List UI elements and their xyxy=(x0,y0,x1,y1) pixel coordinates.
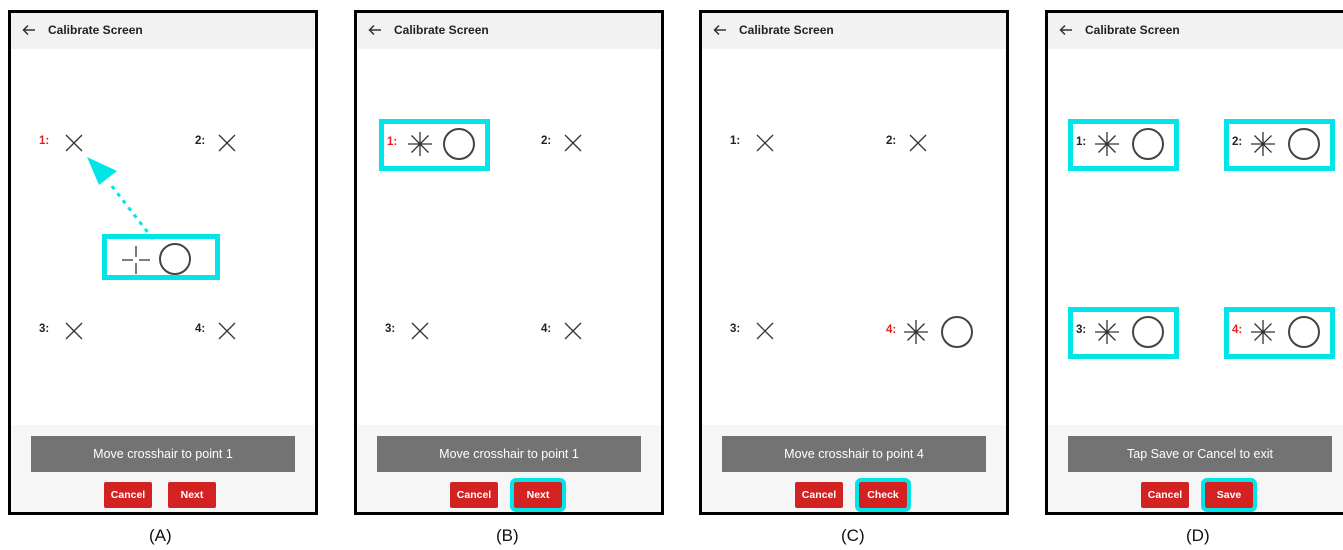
x-mark-icon xyxy=(218,134,236,152)
point-label-4: 4: xyxy=(1232,324,1243,336)
point-label-4: 4: xyxy=(195,323,206,335)
point-label-1: 1: xyxy=(39,135,50,147)
x-mark-icon xyxy=(756,134,774,152)
drag-direction-arrow xyxy=(87,157,155,240)
asterisk-icon xyxy=(1251,320,1275,344)
circle-icon[interactable] xyxy=(1286,314,1322,350)
caption-b: (B) xyxy=(496,526,519,545)
page-title: Calibrate Screen xyxy=(48,23,143,37)
x-mark-icon xyxy=(756,322,774,340)
screen-panel-a: Calibrate Screen 1: 2: 3: 4: Move crossh… xyxy=(8,10,318,515)
point-label-3: 3: xyxy=(730,323,741,335)
x-mark-icon xyxy=(65,322,83,340)
point-label-3: 3: xyxy=(39,323,50,335)
instruction-bar: Move crosshair to point 1 xyxy=(377,436,641,472)
point-label-1: 1: xyxy=(730,135,741,147)
point-label-4: 4: xyxy=(541,323,552,335)
page-title: Calibrate Screen xyxy=(739,23,834,37)
screen-panel-d: Calibrate Screen 1: 2: 3: 4: Tap Save or… xyxy=(1045,10,1343,515)
circle-icon[interactable] xyxy=(939,314,975,350)
circle-icon[interactable] xyxy=(1286,126,1322,162)
back-arrow-icon[interactable] xyxy=(1057,21,1075,39)
x-mark-icon xyxy=(65,134,83,152)
point-label-2: 2: xyxy=(886,135,897,147)
cancel-button[interactable]: Cancel xyxy=(450,482,498,508)
asterisk-icon xyxy=(1095,320,1119,344)
instruction-bar: Tap Save or Cancel to exit xyxy=(1068,436,1332,472)
x-mark-icon xyxy=(564,322,582,340)
point-label-1: 1: xyxy=(387,136,398,148)
x-mark-icon xyxy=(411,322,429,340)
cancel-button[interactable]: Cancel xyxy=(795,482,843,508)
point-label-2: 2: xyxy=(195,135,206,147)
next-button[interactable]: Next xyxy=(510,478,566,512)
asterisk-icon xyxy=(904,320,928,344)
x-mark-icon xyxy=(564,134,582,152)
app-bar: Calibrate Screen xyxy=(11,13,315,49)
save-button[interactable]: Save xyxy=(1201,478,1257,512)
caption-a: (A) xyxy=(149,526,172,545)
point-label-3: 3: xyxy=(1076,324,1087,336)
app-bar: Calibrate Screen xyxy=(702,13,1006,49)
x-mark-icon xyxy=(909,134,927,152)
point-label-2: 2: xyxy=(541,135,552,147)
point-label-3: 3: xyxy=(385,323,396,335)
app-bar: Calibrate Screen xyxy=(1048,13,1343,49)
x-mark-icon xyxy=(218,322,236,340)
asterisk-icon xyxy=(408,132,432,156)
app-bar: Calibrate Screen xyxy=(357,13,661,49)
caption-d: (D) xyxy=(1186,526,1210,545)
circle-icon[interactable] xyxy=(157,241,193,277)
check-button[interactable]: Check xyxy=(855,478,911,512)
instruction-bar: Move crosshair to point 1 xyxy=(31,436,295,472)
cancel-button[interactable]: Cancel xyxy=(104,482,152,508)
back-arrow-icon[interactable] xyxy=(711,21,729,39)
crosshair-icon[interactable] xyxy=(119,243,153,277)
back-arrow-icon[interactable] xyxy=(20,21,38,39)
back-arrow-icon[interactable] xyxy=(366,21,384,39)
circle-icon[interactable] xyxy=(1130,126,1166,162)
asterisk-icon xyxy=(1251,132,1275,156)
asterisk-icon xyxy=(1095,132,1119,156)
point-label-2: 2: xyxy=(1232,136,1243,148)
page-title: Calibrate Screen xyxy=(394,23,489,37)
page-title: Calibrate Screen xyxy=(1085,23,1180,37)
next-button[interactable]: Next xyxy=(168,482,216,508)
instruction-bar: Move crosshair to point 4 xyxy=(722,436,986,472)
point-label-1: 1: xyxy=(1076,136,1087,148)
screen-panel-b: Calibrate Screen 1: 2: 3: 4: Move crossh… xyxy=(354,10,664,515)
cancel-button[interactable]: Cancel xyxy=(1141,482,1189,508)
caption-c: (C) xyxy=(841,526,865,545)
point-label-4: 4: xyxy=(886,324,897,336)
circle-icon[interactable] xyxy=(441,126,477,162)
screen-panel-c: Calibrate Screen 1: 2: 3: 4: Move crossh… xyxy=(699,10,1009,515)
circle-icon[interactable] xyxy=(1130,314,1166,350)
